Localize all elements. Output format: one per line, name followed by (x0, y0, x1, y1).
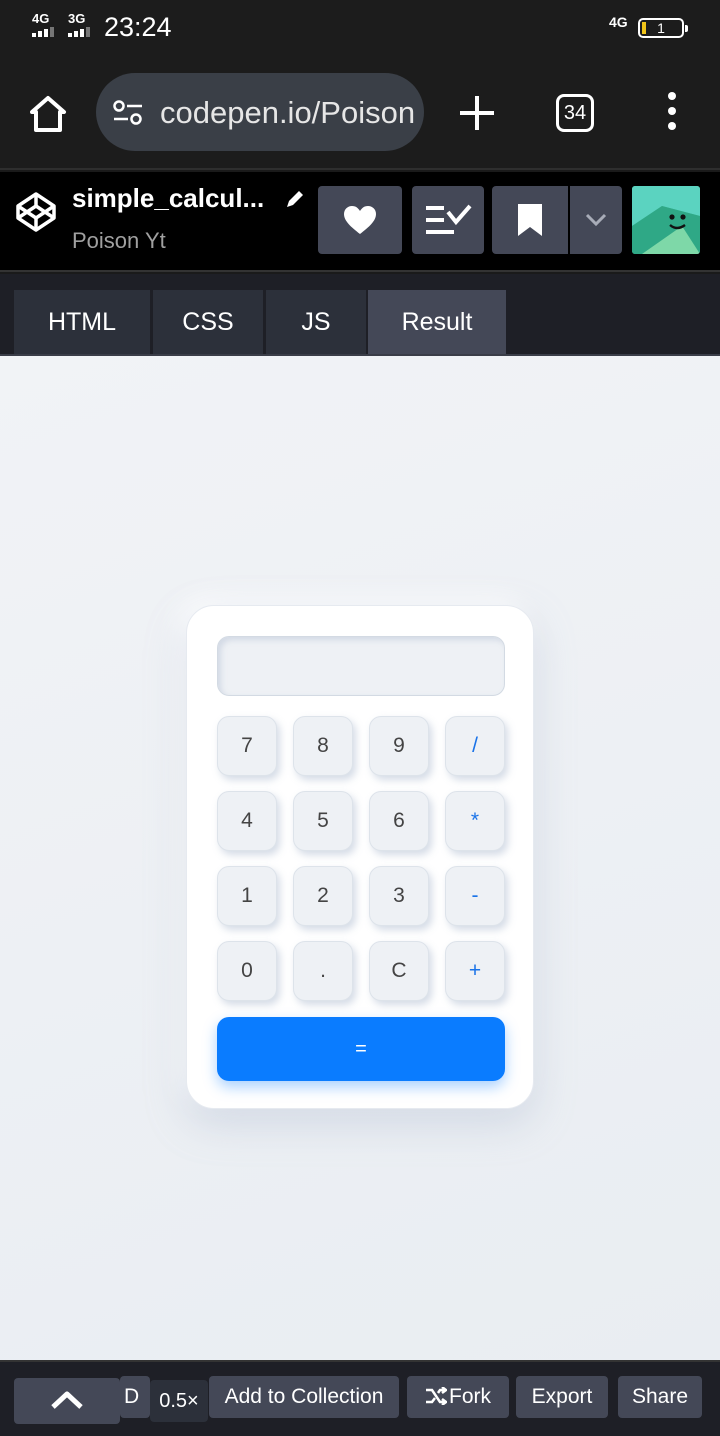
bottom-bar: D 0.5× Add to Collection Fork Export Sha… (0, 1360, 720, 1436)
key-add[interactable]: + (445, 941, 505, 1001)
equals-button[interactable]: = (217, 1017, 505, 1081)
fork-button[interactable]: Fork (407, 1376, 509, 1418)
edit-pencil-icon[interactable] (284, 188, 306, 210)
new-tab-button[interactable] (456, 92, 498, 134)
pen-author[interactable]: Poison Yt (72, 228, 166, 254)
chevron-up-icon (51, 1391, 83, 1409)
collections-button[interactable] (412, 186, 484, 254)
tab-switcher-button[interactable]: 34 (556, 94, 594, 132)
network-right-icon: 4G (609, 14, 628, 30)
heart-icon (344, 206, 376, 234)
bookmark-dropdown-button[interactable] (570, 186, 622, 254)
home-icon (30, 96, 66, 132)
key-decimal[interactable]: . (293, 941, 353, 1001)
codepen-logo-icon[interactable] (14, 190, 58, 234)
pen-header: simple_calcul... Poison Yt (0, 172, 720, 272)
tab-result[interactable]: Result (368, 290, 506, 354)
dot-icon (668, 122, 676, 130)
expand-console-button[interactable] (14, 1378, 120, 1424)
battery-icon: 1 (638, 18, 688, 38)
key-7[interactable]: 7 (217, 716, 277, 776)
tab-html[interactable]: HTML (14, 290, 150, 354)
bookmark-button[interactable] (492, 186, 568, 254)
overflow-menu-button[interactable] (660, 92, 684, 134)
dot-icon (668, 92, 676, 100)
address-bar[interactable]: codepen.io/Poison (96, 73, 424, 151)
list-check-icon (426, 204, 472, 234)
battery-level: 1 (657, 20, 665, 36)
key-multiply[interactable]: * (445, 791, 505, 851)
site-settings-icon (113, 100, 142, 125)
key-divide[interactable]: / (445, 716, 505, 776)
plus-icon (460, 96, 494, 130)
user-avatar[interactable] (632, 186, 700, 254)
key-9[interactable]: 9 (369, 716, 429, 776)
key-0[interactable]: 0 (217, 941, 277, 1001)
tab-js[interactable]: JS (266, 290, 366, 354)
chevron-down-icon (585, 213, 607, 227)
key-4[interactable]: 4 (217, 791, 277, 851)
tab-css[interactable]: CSS (153, 290, 263, 354)
zoom-button[interactable]: 0.5× (150, 1380, 208, 1422)
key-2[interactable]: 2 (293, 866, 353, 926)
key-5[interactable]: 5 (293, 791, 353, 851)
bookmark-icon (518, 204, 542, 236)
clock: 23:24 (104, 12, 172, 42)
key-3[interactable]: 3 (369, 866, 429, 926)
calculator: 7 8 9 / 4 5 6 * 1 2 3 - 0 . C + = (186, 605, 534, 1109)
signal-4g-icon: 4G (32, 12, 54, 37)
key-6[interactable]: 6 (369, 791, 429, 851)
url-text: codepen.io/Poison (160, 95, 416, 130)
status-bar: 4G 3G 23:24 4G 1 (0, 0, 720, 56)
browser-toolbar: codepen.io/Poison 34 (0, 56, 720, 170)
key-clear[interactable]: C (369, 941, 429, 1001)
fork-icon (426, 1386, 449, 1406)
add-to-collection-button[interactable]: Add to Collection (209, 1376, 399, 1418)
key-1[interactable]: 1 (217, 866, 277, 926)
dot-icon (668, 107, 676, 115)
result-preview: 7 8 9 / 4 5 6 * 1 2 3 - 0 . C + = (0, 356, 720, 1360)
signal-3g-icon: 3G (68, 12, 90, 37)
love-button[interactable] (318, 186, 402, 254)
share-button[interactable]: Share (618, 1376, 702, 1418)
network-type-1: 4G (32, 11, 50, 26)
export-button[interactable]: Export (516, 1376, 608, 1418)
editor-tabs: HTML CSS JS Result (0, 274, 720, 356)
pen-title[interactable]: simple_calcul... (72, 183, 264, 214)
key-8[interactable]: 8 (293, 716, 353, 776)
details-button[interactable]: D (120, 1376, 150, 1418)
avatar-image (632, 186, 700, 254)
network-type-2: 3G (68, 11, 86, 26)
home-button[interactable] (26, 92, 70, 136)
calculator-display[interactable] (217, 636, 505, 696)
fork-label: Fork (449, 1385, 491, 1408)
key-subtract[interactable]: - (445, 866, 505, 926)
